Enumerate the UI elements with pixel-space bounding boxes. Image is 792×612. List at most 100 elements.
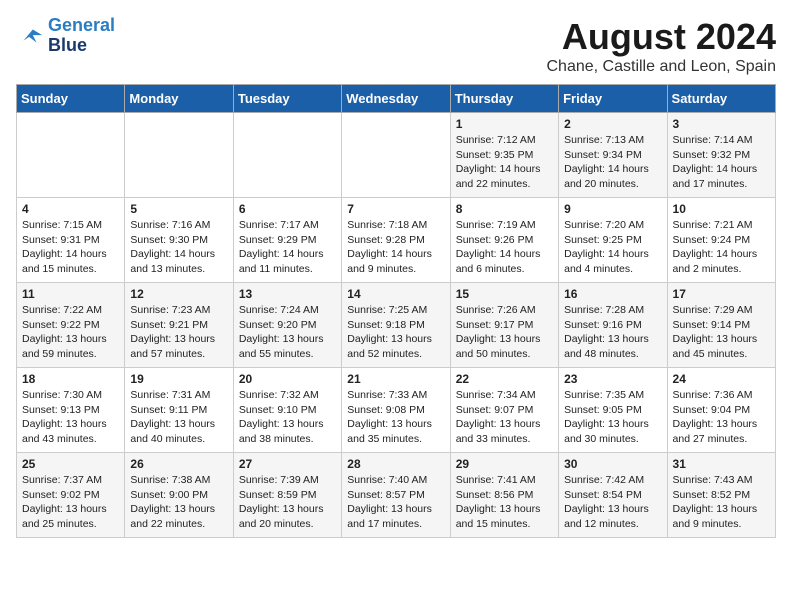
calendar-cell: 16Sunrise: 7:28 AM Sunset: 9:16 PM Dayli… — [559, 283, 667, 368]
calendar-cell: 20 Sunrise: 7:32 AM Sunset: 9:10 PM Dayli… — [233, 368, 341, 453]
day-number: 28 — [347, 457, 444, 471]
day-info: Sunrise: 7:20 AM Sunset: 9:25 PM Dayligh… — [564, 218, 661, 277]
day-number: 24 — [673, 372, 770, 386]
logo-icon — [16, 22, 44, 50]
day-number: 14 — [347, 287, 444, 301]
weekday-header: Tuesday — [233, 85, 341, 113]
day-number: 19 — [130, 372, 227, 386]
calendar-cell: 8 Sunrise: 7:19 AM Sunset: 9:26 PM Daylig… — [450, 198, 558, 283]
day-info: Sunrise: 7:15 AM Sunset: 9:31 PM Dayligh… — [22, 218, 119, 277]
day-info: Sunrise: 7:41 AM Sunset: 8:56 PM Dayligh… — [456, 473, 553, 532]
day-info: Sunrise: 7:43 AM Sunset: 8:52 PM Dayligh… — [673, 473, 770, 532]
day-number: 9 — [564, 202, 661, 216]
day-number: 27 — [239, 457, 336, 471]
weekday-header: Saturday — [667, 85, 775, 113]
logo: General Blue — [16, 16, 115, 56]
calendar-cell: 7Sunrise: 7:18 AM Sunset: 9:28 PM Daylig… — [342, 198, 450, 283]
day-info: Sunrise: 7:18 AM Sunset: 9:28 PM Dayligh… — [347, 218, 444, 277]
calendar-cell: 21 Sunrise: 7:33 AM Sunset: 9:08 PM Dayli… — [342, 368, 450, 453]
day-number: 5 — [130, 202, 227, 216]
calendar-cell: 9 Sunrise: 7:20 AM Sunset: 9:25 PM Daylig… — [559, 198, 667, 283]
calendar-cell: 11 Sunrise: 7:22 AM Sunset: 9:22 PM Dayli… — [17, 283, 125, 368]
calendar-cell: 28 Sunrise: 7:40 AM Sunset: 8:57 PM Dayli… — [342, 453, 450, 538]
day-number: 1 — [456, 117, 553, 131]
day-info: Sunrise: 7:33 AM Sunset: 9:08 PM Dayligh… — [347, 388, 444, 447]
day-info: Sunrise: 7:14 AM Sunset: 9:32 PM Dayligh… — [673, 133, 770, 192]
day-number: 22 — [456, 372, 553, 386]
day-info: Sunrise: 7:24 AM Sunset: 9:20 PM Dayligh… — [239, 303, 336, 362]
day-info: Sunrise: 7:23 AM Sunset: 9:21 PM Dayligh… — [130, 303, 227, 362]
calendar-cell: 29 Sunrise: 7:41 AM Sunset: 8:56 PM Dayli… — [450, 453, 558, 538]
day-info: Sunrise: 7:40 AM Sunset: 8:57 PM Dayligh… — [347, 473, 444, 532]
day-number: 13 — [239, 287, 336, 301]
calendar-cell: 6 Sunrise: 7:17 AM Sunset: 9:29 PM Daylig… — [233, 198, 341, 283]
calendar-cell: 3 Sunrise: 7:14 AM Sunset: 9:32 PM Daylig… — [667, 113, 775, 198]
day-number: 25 — [22, 457, 119, 471]
calendar-cell: 12 Sunrise: 7:23 AM Sunset: 9:21 PM Dayli… — [125, 283, 233, 368]
day-info: Sunrise: 7:36 AM Sunset: 9:04 PM Dayligh… — [673, 388, 770, 447]
calendar-cell: 15 Sunrise: 7:26 AM Sunset: 9:17 PM Dayli… — [450, 283, 558, 368]
day-number: 20 — [239, 372, 336, 386]
day-number: 3 — [673, 117, 770, 131]
day-number: 29 — [456, 457, 553, 471]
day-info: Sunrise: 7:17 AM Sunset: 9:29 PM Dayligh… — [239, 218, 336, 277]
day-number: 30 — [564, 457, 661, 471]
calendar-cell: 18Sunrise: 7:30 AM Sunset: 9:13 PM Dayli… — [17, 368, 125, 453]
day-info: Sunrise: 7:38 AM Sunset: 9:00 PM Dayligh… — [130, 473, 227, 532]
calendar-cell: 4 Sunrise: 7:15 AM Sunset: 9:31 PM Daylig… — [17, 198, 125, 283]
calendar-cell: 13 Sunrise: 7:24 AM Sunset: 9:20 PM Dayli… — [233, 283, 341, 368]
calendar-cell: 14 Sunrise: 7:25 AM Sunset: 9:18 PM Dayli… — [342, 283, 450, 368]
day-number: 12 — [130, 287, 227, 301]
day-number: 6 — [239, 202, 336, 216]
calendar-cell: 17 Sunrise: 7:29 AM Sunset: 9:14 PM Dayli… — [667, 283, 775, 368]
day-number: 15 — [456, 287, 553, 301]
day-info: Sunrise: 7:37 AM Sunset: 9:02 PM Dayligh… — [22, 473, 119, 532]
calendar-cell: 5Sunrise: 7:16 AM Sunset: 9:30 PM Daylig… — [125, 198, 233, 283]
day-number: 4 — [22, 202, 119, 216]
main-title: August 2024 — [547, 16, 777, 58]
day-number: 26 — [130, 457, 227, 471]
day-info: Sunrise: 7:13 AM Sunset: 9:34 PM Dayligh… — [564, 133, 661, 192]
weekday-header: Monday — [125, 85, 233, 113]
day-number: 23 — [564, 372, 661, 386]
calendar-cell: 10Sunrise: 7:21 AM Sunset: 9:24 PM Dayli… — [667, 198, 775, 283]
calendar-cell: 26 Sunrise: 7:38 AM Sunset: 9:00 PM Dayli… — [125, 453, 233, 538]
day-number: 11 — [22, 287, 119, 301]
day-number: 17 — [673, 287, 770, 301]
day-number: 2 — [564, 117, 661, 131]
day-info: Sunrise: 7:28 AM Sunset: 9:16 PM Dayligh… — [564, 303, 661, 362]
day-info: Sunrise: 7:32 AM Sunset: 9:10 PM Dayligh… — [239, 388, 336, 447]
day-info: Sunrise: 7:34 AM Sunset: 9:07 PM Dayligh… — [456, 388, 553, 447]
day-info: Sunrise: 7:22 AM Sunset: 9:22 PM Dayligh… — [22, 303, 119, 362]
calendar-cell — [233, 113, 341, 198]
day-info: Sunrise: 7:31 AM Sunset: 9:11 PM Dayligh… — [130, 388, 227, 447]
day-info: Sunrise: 7:42 AM Sunset: 8:54 PM Dayligh… — [564, 473, 661, 532]
logo-text: General Blue — [48, 16, 115, 56]
weekday-header: Friday — [559, 85, 667, 113]
calendar-cell: 23 Sunrise: 7:35 AM Sunset: 9:05 PM Dayli… — [559, 368, 667, 453]
calendar-cell: 24 Sunrise: 7:36 AM Sunset: 9:04 PM Dayli… — [667, 368, 775, 453]
title-area: August 2024 Chane, Castille and Leon, Sp… — [547, 16, 777, 76]
calendar-cell — [125, 113, 233, 198]
calendar-cell: 2 Sunrise: 7:13 AM Sunset: 9:34 PM Daylig… — [559, 113, 667, 198]
weekday-header: Sunday — [17, 85, 125, 113]
day-info: Sunrise: 7:25 AM Sunset: 9:18 PM Dayligh… — [347, 303, 444, 362]
day-info: Sunrise: 7:35 AM Sunset: 9:05 PM Dayligh… — [564, 388, 661, 447]
calendar-cell — [17, 113, 125, 198]
calendar-cell: 25 Sunrise: 7:37 AM Sunset: 9:02 PM Dayli… — [17, 453, 125, 538]
day-info: Sunrise: 7:19 AM Sunset: 9:26 PM Dayligh… — [456, 218, 553, 277]
header: General Blue August 2024 Chane, Castille… — [16, 16, 776, 76]
day-info: Sunrise: 7:12 AM Sunset: 9:35 PM Dayligh… — [456, 133, 553, 192]
weekday-header: Thursday — [450, 85, 558, 113]
day-number: 21 — [347, 372, 444, 386]
weekday-header: Wednesday — [342, 85, 450, 113]
day-info: Sunrise: 7:26 AM Sunset: 9:17 PM Dayligh… — [456, 303, 553, 362]
day-info: Sunrise: 7:21 AM Sunset: 9:24 PM Dayligh… — [673, 218, 770, 277]
day-number: 31 — [673, 457, 770, 471]
calendar-cell: 22 Sunrise: 7:34 AM Sunset: 9:07 PM Dayli… — [450, 368, 558, 453]
subtitle: Chane, Castille and Leon, Spain — [547, 58, 777, 76]
calendar-table: SundayMondayTuesdayWednesdayThursdayFrid… — [16, 84, 776, 538]
day-info: Sunrise: 7:29 AM Sunset: 9:14 PM Dayligh… — [673, 303, 770, 362]
day-number: 8 — [456, 202, 553, 216]
day-info: Sunrise: 7:30 AM Sunset: 9:13 PM Dayligh… — [22, 388, 119, 447]
